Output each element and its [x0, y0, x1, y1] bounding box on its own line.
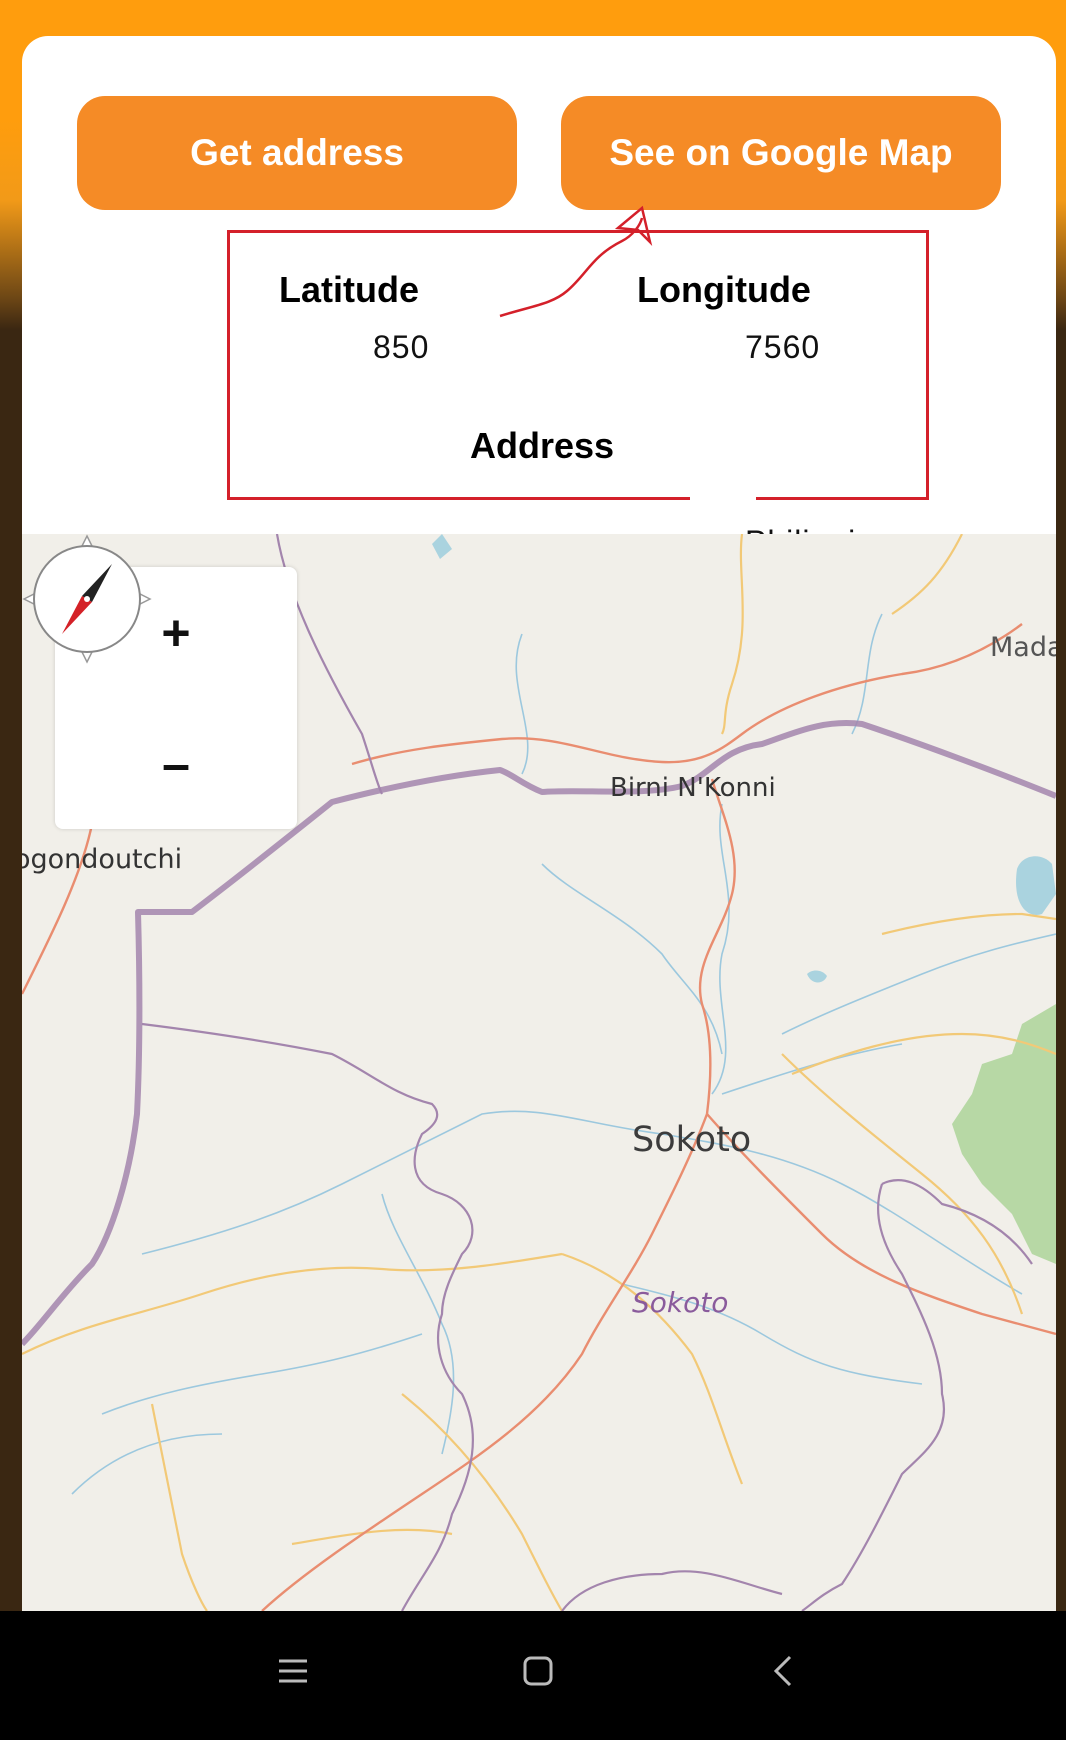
- back-icon[interactable]: [754, 1641, 814, 1701]
- system-navigation-bar: [0, 1611, 1066, 1740]
- place-label-birni-n-konni: Birni N'Konni: [610, 773, 776, 803]
- longitude-value: 7560: [745, 329, 821, 365]
- hand-drawn-arrow-annotation: [499, 205, 653, 318]
- place-label-mada: Mada: [990, 632, 1056, 663]
- get-address-button[interactable]: Get address: [77, 96, 517, 210]
- redaction-mask: [690, 479, 756, 527]
- place-label-sokoto-region: Sokoto: [632, 1286, 729, 1319]
- address-label: Address: [470, 425, 615, 466]
- place-label-ogondoutchi: ogondoutchi: [22, 844, 183, 875]
- zoom-out-button[interactable]: –: [55, 698, 297, 829]
- home-icon[interactable]: [508, 1641, 568, 1701]
- latitude-label: Latitude: [279, 269, 419, 310]
- map-view[interactable]: Birni N'Konni Sokoto Sokoto ogondoutchi …: [22, 534, 1056, 1611]
- place-label-sokoto-city: Sokoto: [632, 1120, 752, 1160]
- forest-area: [952, 1004, 1056, 1264]
- latitude-value: 850: [373, 329, 430, 365]
- location-card: Get address See on Google Map Latitude L…: [22, 36, 1056, 1611]
- menu-icon[interactable]: [263, 1641, 323, 1701]
- compass-icon[interactable]: [22, 534, 152, 664]
- see-on-google-map-button[interactable]: See on Google Map: [561, 96, 1001, 210]
